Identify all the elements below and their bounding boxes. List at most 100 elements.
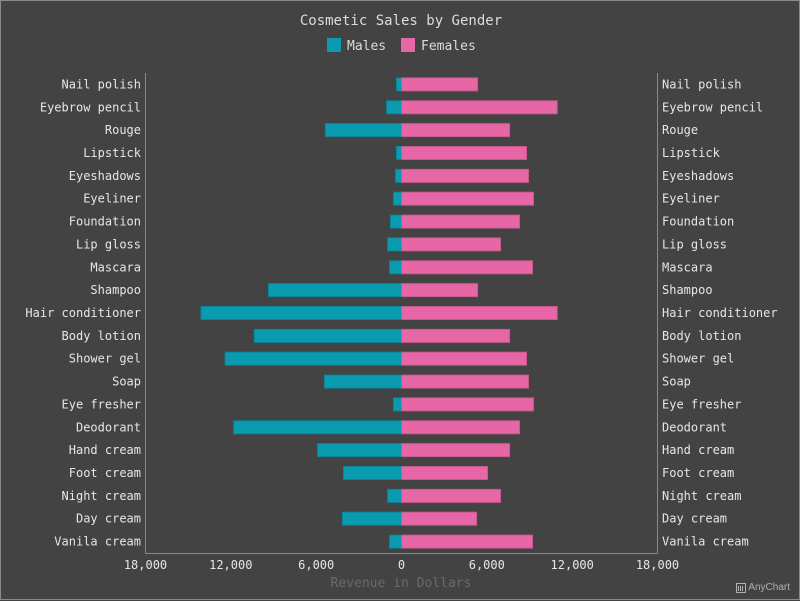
x-tick-label: 12,000: [551, 558, 594, 572]
bar-females-day-cream[interactable]: [401, 511, 478, 526]
right-category-label: Vanila cream: [662, 535, 749, 549]
bar-females-lip-gloss[interactable]: [401, 237, 501, 252]
bar-females-foundation[interactable]: [401, 214, 520, 229]
bar-females-eyeshadows[interactable]: [401, 168, 529, 183]
left-category-label: Day cream: [76, 512, 141, 526]
bar-females-eye-fresher[interactable]: [401, 397, 534, 412]
bar-females-lipstick[interactable]: [401, 146, 527, 160]
right-category-label: Mascara: [662, 260, 713, 274]
bar-males-mascara[interactable]: [389, 260, 403, 275]
right-category-label: Night cream: [662, 489, 741, 503]
chart-frame: Cosmetic Sales by Gender Males Females Na…: [0, 0, 800, 600]
left-category-label: Foundation: [69, 215, 141, 229]
bar-males-lipstick[interactable]: [396, 146, 402, 160]
left-category-label: Shampoo: [90, 283, 141, 297]
right-category-label: Hair conditioner: [662, 306, 778, 320]
legend-label: Males: [347, 39, 386, 54]
x-axis-title: Revenue in Dollars: [331, 576, 472, 591]
right-category-label: Eyebrow pencil: [662, 100, 763, 114]
right-category-label: Eye fresher: [662, 397, 741, 411]
left-category-label: Eyeliner: [83, 192, 141, 206]
left-category-label: Lip gloss: [76, 237, 141, 251]
left-category-label: Lipstick: [83, 146, 142, 160]
right-category-label: Shampoo: [662, 283, 713, 297]
right-category-label: Hand cream: [662, 443, 734, 457]
bar-males-foundation[interactable]: [390, 214, 402, 229]
right-category-labels: Nail polish Eyebrow pencil Rouge Lipstick Ey…: [662, 77, 778, 548]
bar-females-shampoo[interactable]: [401, 283, 479, 298]
left-category-label: Nail polish: [62, 77, 141, 91]
x-tick-label: 6,000: [469, 558, 505, 572]
right-category-label: Foundation: [662, 215, 734, 229]
bar-males-day-cream[interactable]: [342, 511, 402, 526]
right-category-label: Rouge: [662, 123, 698, 137]
right-category-label: Lipstick: [662, 146, 721, 160]
x-tick-label: 18,000: [636, 558, 679, 572]
bar-females-mascara[interactable]: [401, 260, 533, 275]
bar-females-night-cream[interactable]: [401, 488, 501, 503]
bar-females-deodorant[interactable]: [401, 420, 520, 435]
right-category-label: Eyeshadows: [662, 169, 734, 183]
bar-females-hair-conditioner[interactable]: [401, 306, 558, 320]
chart: Cosmetic Sales by Gender Males Females Na…: [25, 13, 778, 591]
bar-males-hair-conditioner[interactable]: [200, 306, 402, 320]
bar-females-vanila-cream[interactable]: [401, 534, 533, 549]
chart-title: Cosmetic Sales by Gender: [300, 13, 502, 29]
bar-females-nail-polish[interactable]: [401, 77, 479, 92]
bar-males-eyeshadows[interactable]: [395, 168, 402, 183]
anychart-logo-icon: [736, 582, 747, 593]
bar-males-nail-polish[interactable]: [396, 77, 402, 92]
right-category-label: Day cream: [662, 512, 727, 526]
bar-males-deodorant[interactable]: [233, 420, 402, 435]
left-category-label: Hair conditioner: [25, 306, 141, 320]
bar-males-hand-cream[interactable]: [317, 443, 403, 458]
left-category-label: Eyeshadows: [69, 169, 141, 183]
bar-males-body-lotion[interactable]: [253, 328, 402, 343]
bar-females-eyeliner[interactable]: [401, 191, 534, 206]
left-category-label: Night cream: [62, 489, 141, 503]
left-category-label: Eye fresher: [62, 397, 141, 411]
right-category-label: Foot cream: [662, 466, 734, 480]
x-tick-label: 6,000: [298, 558, 334, 572]
credits-label: AnyChart: [748, 582, 790, 593]
bar-males-eyeliner[interactable]: [393, 191, 402, 206]
bar-females-rouge[interactable]: [401, 123, 511, 138]
left-category-label: Hand cream: [69, 443, 141, 457]
left-category-label: Soap: [112, 375, 141, 389]
left-category-label: Rouge: [105, 123, 141, 137]
left-category-labels: Nail polish Eyebrow pencil Rouge Lipstick Ey…: [25, 77, 141, 548]
left-category-label: Body lotion: [62, 329, 141, 343]
legend-item-females[interactable]: Females: [401, 38, 476, 54]
legend: Males Females: [327, 38, 476, 54]
bar-males-soap[interactable]: [323, 374, 402, 389]
bar-males-lip-gloss[interactable]: [387, 237, 403, 252]
credits-link[interactable]: AnyChart: [736, 582, 790, 593]
bar-males-night-cream[interactable]: [387, 488, 403, 503]
left-category-label: Vanila cream: [54, 535, 141, 549]
bar-males-eyebrow-pencil[interactable]: [386, 100, 403, 115]
right-category-label: Nail polish: [662, 77, 741, 91]
bar-females-foot-cream[interactable]: [401, 466, 488, 480]
bar-males-foot-cream[interactable]: [343, 466, 402, 480]
bar-males-shampoo[interactable]: [268, 283, 402, 298]
x-tick-label: 18,000: [124, 558, 167, 572]
bar-females-soap[interactable]: [401, 374, 529, 389]
bar-males-shower-gel[interactable]: [224, 351, 402, 366]
bar-females-eyebrow-pencil[interactable]: [401, 100, 558, 115]
left-category-label: Deodorant: [76, 420, 141, 434]
bar-males-eye-fresher[interactable]: [393, 397, 402, 412]
left-category-label: Shower gel: [69, 352, 141, 366]
left-category-label: Eyebrow pencil: [40, 100, 141, 114]
bar-females-hand-cream[interactable]: [401, 443, 511, 458]
right-category-label: Shower gel: [662, 352, 734, 366]
x-tick-label: 12,000: [209, 558, 252, 572]
right-category-label: Lip gloss: [662, 237, 727, 251]
bar-males-vanila-cream[interactable]: [389, 534, 403, 549]
bar-females-shower-gel[interactable]: [401, 351, 527, 366]
right-category-label: Deodorant: [662, 420, 727, 434]
left-category-label: Foot cream: [69, 466, 141, 480]
legend-swatch: [327, 38, 341, 52]
bar-females-body-lotion[interactable]: [401, 328, 511, 343]
bar-males-rouge[interactable]: [324, 123, 402, 138]
legend-item-males[interactable]: Males: [327, 38, 386, 54]
